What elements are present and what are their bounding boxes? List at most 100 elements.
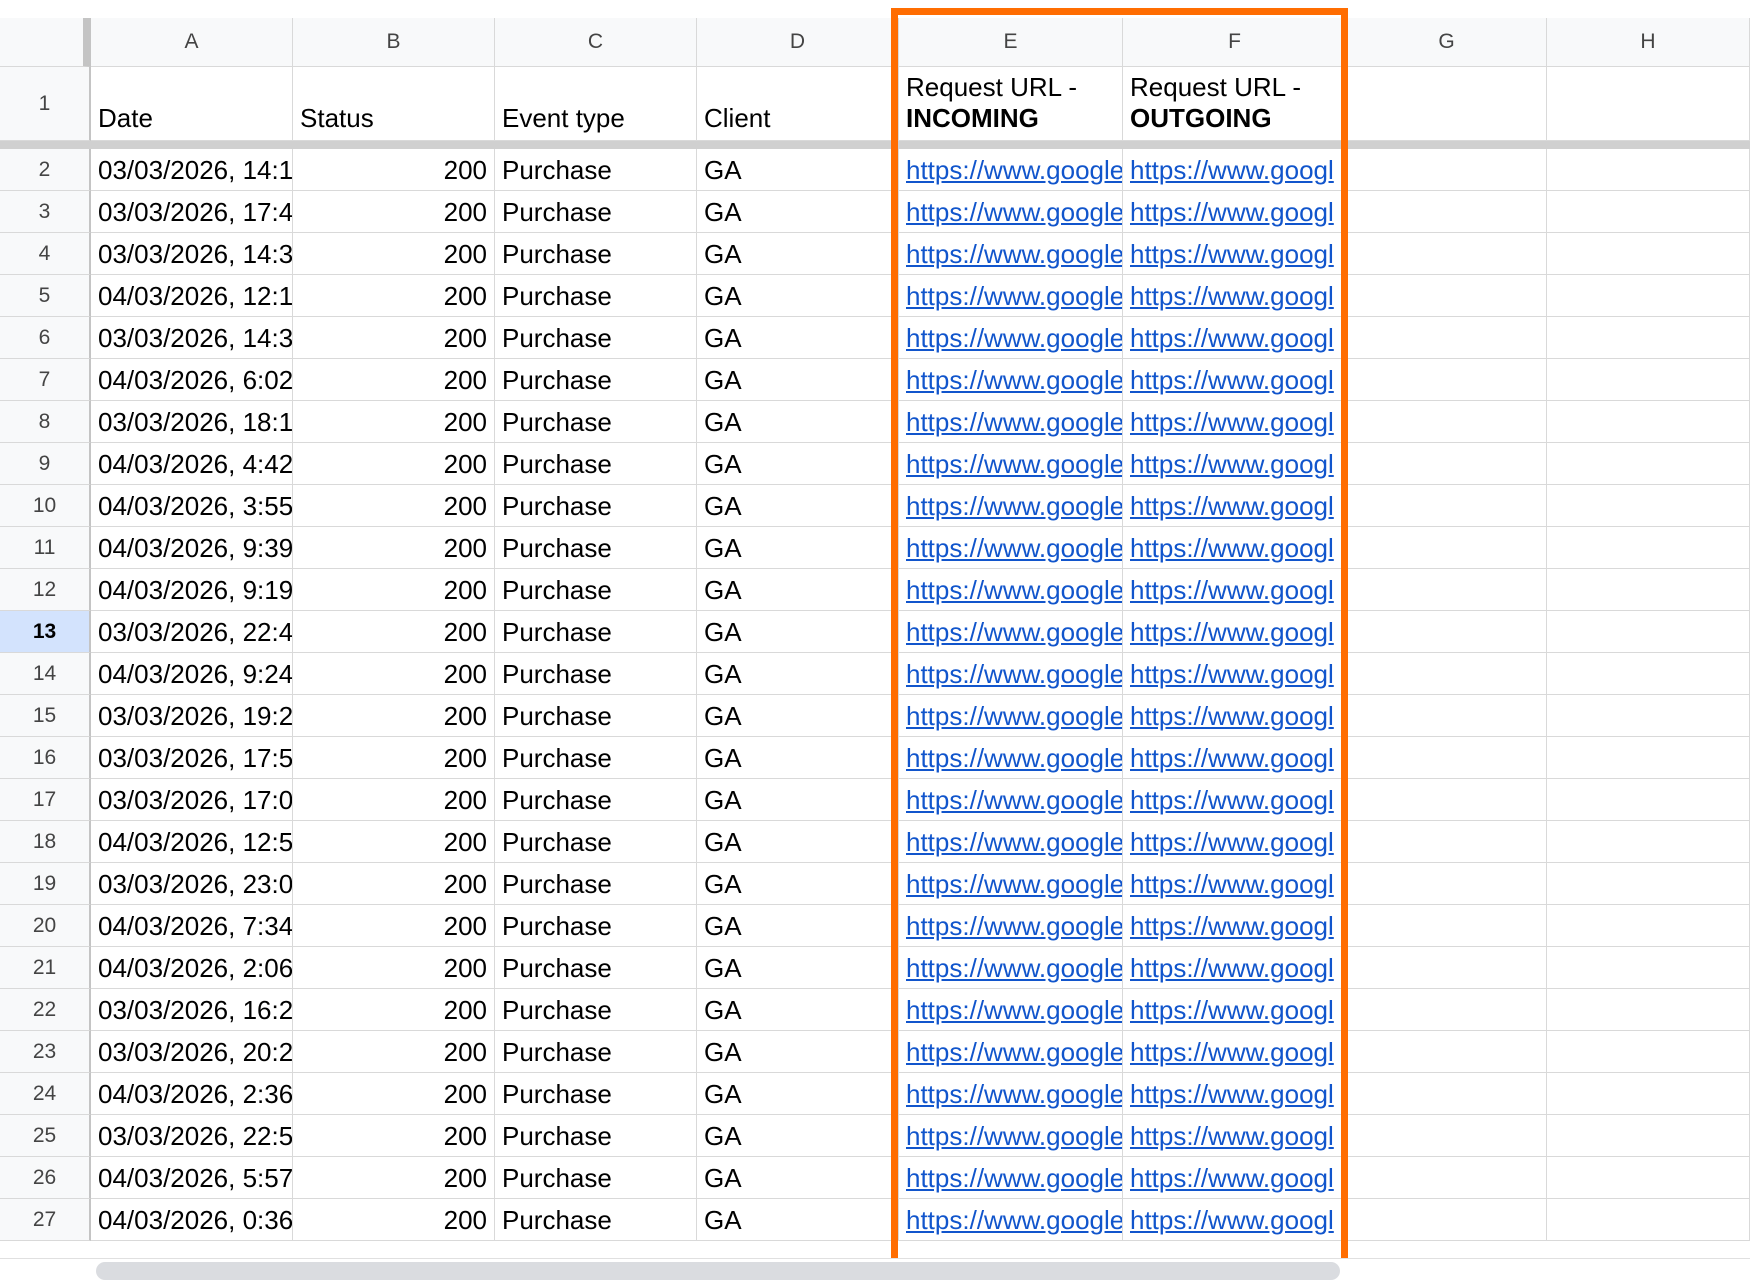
cell-g[interactable]: [1347, 821, 1547, 863]
cell-date[interactable]: 03/03/2026, 22:5: [91, 1115, 293, 1157]
cell-client[interactable]: GA: [697, 1157, 899, 1199]
cell-date[interactable]: 03/03/2026, 16:2: [91, 989, 293, 1031]
cell-h[interactable]: [1547, 821, 1750, 863]
row-header[interactable]: 15: [0, 695, 91, 737]
column-header-g[interactable]: G: [1347, 18, 1547, 67]
cell-outgoing-url[interactable]: https://www.googl: [1123, 989, 1347, 1031]
cell-date[interactable]: 04/03/2026, 9:39: [91, 527, 293, 569]
cell-event-type[interactable]: Purchase: [495, 1073, 697, 1115]
cell-g[interactable]: [1347, 863, 1547, 905]
cell-incoming-url[interactable]: https://www.google: [899, 1199, 1123, 1241]
cell-incoming-url[interactable]: https://www.google: [899, 359, 1123, 401]
cell-client[interactable]: GA: [697, 905, 899, 947]
row-header[interactable]: 2: [0, 149, 91, 191]
cell-g[interactable]: [1347, 989, 1547, 1031]
cell-incoming-url[interactable]: https://www.google: [899, 989, 1123, 1031]
cell-g[interactable]: [1347, 1031, 1547, 1073]
cell-incoming-url[interactable]: https://www.google: [899, 779, 1123, 821]
cell-client[interactable]: GA: [697, 149, 899, 191]
cell-client[interactable]: GA: [697, 653, 899, 695]
incoming-url-link[interactable]: https://www.google: [899, 995, 1122, 1025]
cell-client[interactable]: GA: [697, 821, 899, 863]
cell-client[interactable]: GA: [697, 989, 899, 1031]
incoming-url-link[interactable]: https://www.google: [899, 1163, 1122, 1193]
cell-date[interactable]: 04/03/2026, 6:02: [91, 359, 293, 401]
cell-h[interactable]: [1547, 989, 1750, 1031]
cell-client[interactable]: GA: [697, 1199, 899, 1241]
incoming-url-link[interactable]: https://www.google: [899, 239, 1122, 269]
cell-incoming-url[interactable]: https://www.google: [899, 947, 1123, 989]
incoming-url-link[interactable]: https://www.google: [899, 827, 1122, 857]
incoming-url-link[interactable]: https://www.google: [899, 659, 1122, 689]
row-header[interactable]: 23: [0, 1031, 91, 1073]
cell-g[interactable]: [1347, 485, 1547, 527]
incoming-url-link[interactable]: https://www.google: [899, 1121, 1122, 1151]
cell-event-type[interactable]: Purchase: [495, 275, 697, 317]
cell-h[interactable]: [1547, 1073, 1750, 1115]
cell-g[interactable]: [1347, 1157, 1547, 1199]
cell-h[interactable]: [1547, 1199, 1750, 1241]
cell-date[interactable]: 04/03/2026, 4:42: [91, 443, 293, 485]
cell-event-type[interactable]: Purchase: [495, 1031, 697, 1073]
cell-event-type[interactable]: Purchase: [495, 569, 697, 611]
row-header[interactable]: 20: [0, 905, 91, 947]
cell-outgoing-url[interactable]: https://www.googl: [1123, 905, 1347, 947]
cell-status[interactable]: 200: [293, 443, 495, 485]
cell-h[interactable]: [1547, 695, 1750, 737]
cell-status[interactable]: 200: [293, 485, 495, 527]
cell-g[interactable]: [1347, 359, 1547, 401]
cell-incoming-url[interactable]: https://www.google: [899, 1157, 1123, 1199]
cell-event-type[interactable]: Purchase: [495, 695, 697, 737]
cell-event-type[interactable]: Purchase: [495, 233, 697, 275]
column-header-c[interactable]: C: [495, 18, 697, 67]
outgoing-url-link[interactable]: https://www.googl: [1123, 407, 1334, 437]
cell-outgoing-url[interactable]: https://www.googl: [1123, 821, 1347, 863]
outgoing-url-link[interactable]: https://www.googl: [1123, 155, 1334, 185]
cell-h[interactable]: [1547, 947, 1750, 989]
row-header[interactable]: 9: [0, 443, 91, 485]
cell-date[interactable]: 03/03/2026, 14:3: [91, 317, 293, 359]
cell-outgoing-url[interactable]: https://www.googl: [1123, 317, 1347, 359]
row-header[interactable]: 4: [0, 233, 91, 275]
cell-h[interactable]: [1547, 1031, 1750, 1073]
cell-h[interactable]: [1547, 191, 1750, 233]
row-header[interactable]: 25: [0, 1115, 91, 1157]
cell-client[interactable]: GA: [697, 947, 899, 989]
incoming-url-link[interactable]: https://www.google: [899, 911, 1122, 941]
outgoing-url-link[interactable]: https://www.googl: [1123, 1079, 1334, 1109]
row-header[interactable]: 16: [0, 737, 91, 779]
cell-outgoing-url[interactable]: https://www.googl: [1123, 737, 1347, 779]
cell-client[interactable]: GA: [697, 191, 899, 233]
outgoing-url-link[interactable]: https://www.googl: [1123, 197, 1334, 227]
outgoing-url-link[interactable]: https://www.googl: [1123, 659, 1334, 689]
cell-status[interactable]: 200: [293, 317, 495, 359]
cell-date[interactable]: 04/03/2026, 9:24: [91, 653, 293, 695]
cell-event-type[interactable]: Purchase: [495, 821, 697, 863]
header-cell-h[interactable]: [1547, 67, 1750, 141]
cell-g[interactable]: [1347, 569, 1547, 611]
cell-h[interactable]: [1547, 275, 1750, 317]
header-cell-status[interactable]: Status: [293, 67, 495, 141]
cell-outgoing-url[interactable]: https://www.googl: [1123, 233, 1347, 275]
cell-g[interactable]: [1347, 191, 1547, 233]
row-header[interactable]: 5: [0, 275, 91, 317]
cell-h[interactable]: [1547, 1157, 1750, 1199]
column-header-f[interactable]: F: [1123, 18, 1347, 67]
cell-outgoing-url[interactable]: https://www.googl: [1123, 401, 1347, 443]
cell-status[interactable]: 200: [293, 905, 495, 947]
cell-incoming-url[interactable]: https://www.google: [899, 737, 1123, 779]
cell-status[interactable]: 200: [293, 359, 495, 401]
header-cell-client[interactable]: Client: [697, 67, 899, 141]
cell-status[interactable]: 200: [293, 695, 495, 737]
incoming-url-link[interactable]: https://www.google: [899, 407, 1122, 437]
cell-event-type[interactable]: Purchase: [495, 905, 697, 947]
incoming-url-link[interactable]: https://www.google: [899, 1205, 1122, 1235]
cell-incoming-url[interactable]: https://www.google: [899, 443, 1123, 485]
row-header[interactable]: 26: [0, 1157, 91, 1199]
row-header[interactable]: 27: [0, 1199, 91, 1241]
cell-incoming-url[interactable]: https://www.google: [899, 863, 1123, 905]
incoming-url-link[interactable]: https://www.google: [899, 281, 1122, 311]
cell-status[interactable]: 200: [293, 233, 495, 275]
cell-outgoing-url[interactable]: https://www.googl: [1123, 527, 1347, 569]
cell-h[interactable]: [1547, 653, 1750, 695]
